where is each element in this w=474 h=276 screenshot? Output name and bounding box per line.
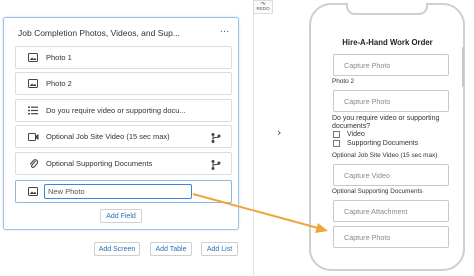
photo-2-label: Photo 2 <box>332 78 355 85</box>
capture-photo-2-field[interactable]: Capture Photo <box>333 90 449 112</box>
field-row-new-photo[interactable] <box>15 180 232 203</box>
field-row-documents[interactable]: Optional Supporting Documents <box>15 152 232 175</box>
option-video[interactable]: Video <box>333 131 365 138</box>
add-screen-button[interactable]: Add Screen <box>94 242 140 256</box>
field-label: Optional Job Site Video (15 sec max) <box>46 132 170 141</box>
section-card[interactable]: Job Completion Photos, Videos, and Sup..… <box>3 17 239 230</box>
capture-attachment-field[interactable]: Capture Attachment <box>333 200 449 222</box>
section-title: Job Completion Photos, Videos, and Sup..… <box>18 28 180 38</box>
list-icon <box>26 104 40 118</box>
option-label: Supporting Documents <box>347 140 419 147</box>
question-label: Do you require video or supporting docum… <box>332 115 440 130</box>
add-field-button[interactable]: Add Field <box>100 209 142 223</box>
option-supporting-documents[interactable]: Supporting Documents <box>333 140 418 147</box>
field-label: Photo 2 <box>46 79 72 88</box>
field-label: Photo 1 <box>46 53 72 62</box>
video-icon <box>26 130 40 144</box>
field-row-photo-1[interactable]: Photo 1 <box>15 46 232 69</box>
phone-screen: Hire-A-Hand Work Order Capture Photo Pho… <box>319 29 456 261</box>
redo-button[interactable]: ↷ REDO <box>253 0 273 14</box>
chevron-right-icon[interactable]: › <box>277 126 281 139</box>
panel-divider <box>253 14 254 276</box>
more-options-icon[interactable]: … <box>220 24 231 35</box>
form-title: Hire-A-Hand Work Order <box>342 38 433 47</box>
capture-photo-1-field[interactable]: Capture Photo <box>333 54 449 76</box>
documents-label: Optional Supporting Documents <box>332 188 423 195</box>
field-row-question[interactable]: Do you require video or supporting docu.… <box>15 99 232 122</box>
scrollbar[interactable] <box>462 47 464 87</box>
image-icon <box>26 77 40 91</box>
add-list-button[interactable]: Add List <box>201 242 238 256</box>
capture-video-field[interactable]: Capture Video <box>333 164 449 186</box>
add-table-button[interactable]: Add Table <box>150 242 192 256</box>
video-label: Optional Job Site Video (15 sec max) <box>332 152 438 159</box>
branch-logic-icon[interactable] <box>210 131 222 143</box>
phone-notch <box>346 3 428 15</box>
image-icon <box>26 185 40 199</box>
image-icon <box>26 51 40 65</box>
new-field-name-input[interactable] <box>44 184 192 199</box>
redo-label: REDO <box>256 6 270 11</box>
capture-photo-3-field[interactable]: Capture Photo <box>333 226 449 248</box>
option-label: Video <box>347 131 365 138</box>
paperclip-icon <box>26 157 40 171</box>
field-row-video[interactable]: Optional Job Site Video (15 sec max) <box>15 125 232 148</box>
field-label: Do you require video or supporting docu.… <box>46 106 186 115</box>
branch-logic-icon[interactable] <box>210 158 222 170</box>
phone-preview: Hire-A-Hand Work Order Capture Photo Pho… <box>309 3 465 271</box>
field-label: Optional Supporting Documents <box>46 159 153 168</box>
field-row-photo-2[interactable]: Photo 2 <box>15 72 232 95</box>
checkbox[interactable] <box>333 140 340 147</box>
checkbox[interactable] <box>333 131 340 138</box>
